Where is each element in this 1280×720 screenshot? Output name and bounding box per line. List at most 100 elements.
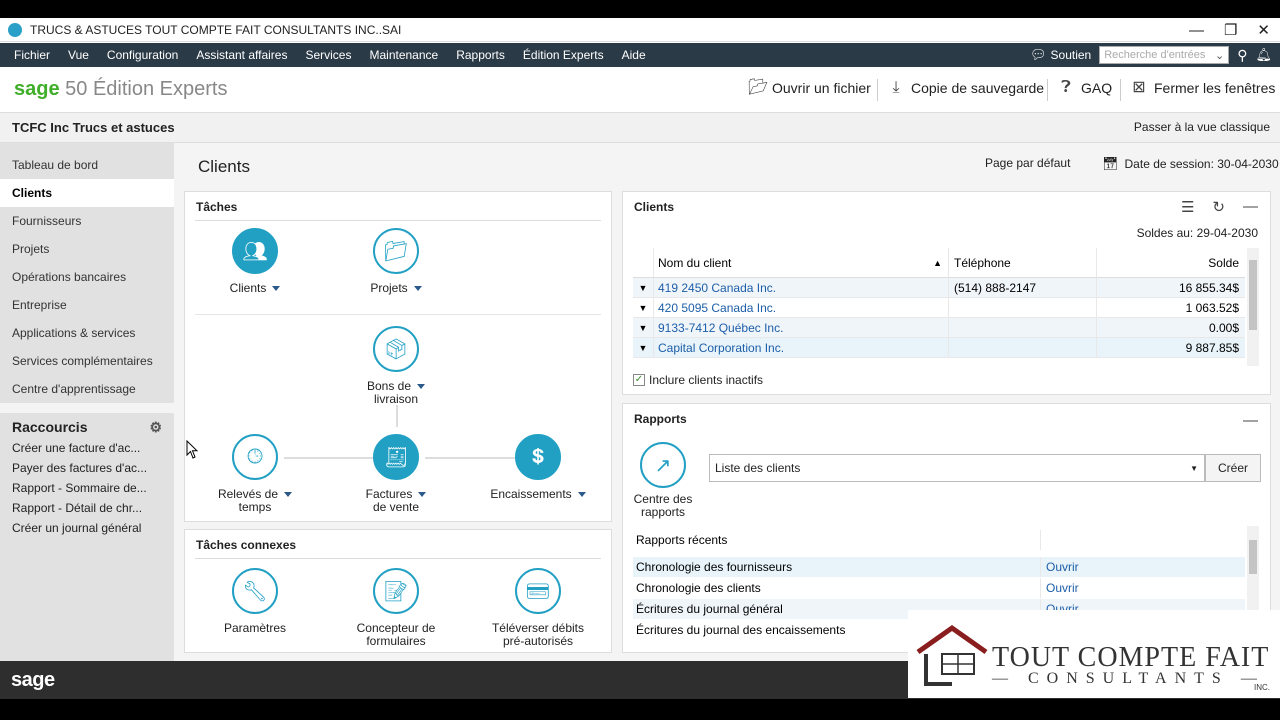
sidebar-item-projets[interactable]: Projets (0, 235, 174, 263)
sidebar-item-centre-apprentissage[interactable]: Centre d'apprentissage (0, 375, 174, 403)
menu-configuration[interactable]: Configuration (98, 48, 187, 62)
list-item[interactable]: Chronologie des fournisseurs Ouvrir (633, 557, 1245, 577)
task-form-designer-label-2: formulaires (366, 634, 426, 648)
sidebar-item-fournisseurs[interactable]: Fournisseurs (0, 207, 174, 235)
shortcuts-header: Raccourcis ⚙︎ (0, 413, 174, 436)
classic-view-link[interactable]: Passer à la vue classique (1134, 120, 1270, 134)
menu-services[interactable]: Services (296, 48, 360, 62)
bell-icon[interactable]: 🔔︎ (1255, 47, 1272, 63)
row-expand-icon[interactable]: ▼ (633, 338, 653, 357)
client-phone (948, 298, 1096, 317)
client-name[interactable]: Capital Corporation Inc. (653, 338, 948, 357)
divider (1047, 79, 1048, 101)
table-row[interactable]: ▼ 9133-7412 Québec Inc. 0.00$ (633, 318, 1245, 338)
task-receipts[interactable]: 💲︎ Encaissements (488, 434, 588, 501)
menu-aide[interactable]: Aide (613, 48, 655, 62)
task-clients[interactable]: 👥︎ Clients (205, 228, 305, 295)
table-row[interactable]: ▼ Capital Corporation Inc. 9 887.85$ (633, 338, 1245, 358)
house-logo-icon (916, 624, 988, 686)
shortcut-item[interactable]: Créer un journal général (0, 518, 170, 538)
client-name[interactable]: 9133-7412 Québec Inc. (653, 318, 948, 337)
minimize-panel-icon[interactable]: — (1243, 198, 1258, 216)
sage-app-icon (8, 22, 22, 37)
column-name[interactable]: Nom du client ▲ (653, 248, 948, 277)
checkmark-icon[interactable]: ✓ (633, 374, 645, 386)
chevron-down-icon[interactable]: ⌄ (1215, 49, 1224, 62)
menu-maintenance[interactable]: Maintenance (360, 48, 447, 62)
sidebar-item-operations-bancaires[interactable]: Opérations bancaires (0, 263, 174, 291)
menu-fichier[interactable]: Fichier (0, 48, 59, 62)
list-item[interactable]: Chronologie des clients Ouvrir (633, 578, 1245, 598)
task-timesheets[interactable]: 🕒︎ Relevés de temps (205, 434, 305, 514)
menu-rapports[interactable]: Rapports (447, 48, 514, 62)
open-file-button[interactable]: 📂︎ Ouvrir un fichier (748, 79, 871, 97)
invoice-register-icon: 🧾︎ (373, 434, 419, 480)
chevron-down-icon[interactable] (577, 492, 586, 498)
minimize-icon[interactable]: — (1189, 22, 1204, 39)
chevron-down-icon[interactable] (413, 286, 422, 292)
menu-lines-icon[interactable]: ☰ (1181, 198, 1194, 216)
chevron-down-icon[interactable] (284, 492, 293, 498)
shortcut-item[interactable]: Créer une facture d'ac... (0, 438, 170, 458)
dropdown-arrow-icon[interactable]: ▼ (1190, 464, 1198, 473)
menu-vue[interactable]: Vue (59, 48, 98, 62)
include-inactive-checkbox[interactable]: ✓ Inclure clients inactifs (633, 373, 763, 387)
column-phone[interactable]: Téléphone (948, 248, 1096, 277)
close-windows-icon: ⊠ (1132, 79, 1146, 96)
sort-up-icon[interactable]: ▲ (933, 248, 942, 277)
client-phone (948, 318, 1096, 337)
task-settings[interactable]: 🔧︎ Paramètres (205, 568, 305, 635)
table-row[interactable]: ▼ 420 5095 Canada Inc. 1 063.52$ (633, 298, 1245, 318)
create-report-button[interactable]: Créer (1205, 454, 1261, 482)
sidebar-item-applications[interactable]: Applications & services (0, 319, 174, 347)
form-pen-icon: 📝︎ (373, 568, 419, 614)
menu-edition-experts[interactable]: Édition Experts (514, 48, 613, 62)
open-report-link[interactable]: Ouvrir (1040, 557, 1079, 577)
scrollbar-thumb[interactable] (1249, 260, 1257, 330)
report-select[interactable]: Liste des clients ▼ (709, 454, 1205, 482)
scrollbar-thumb[interactable] (1249, 540, 1257, 574)
sidebar-item-clients[interactable]: Clients (0, 179, 174, 207)
row-expand-icon[interactable]: ▼ (633, 298, 653, 317)
task-invoices[interactable]: 🧾︎ Factures de vente (346, 434, 446, 514)
task-projects[interactable]: 📁︎ Projets (346, 228, 446, 295)
row-expand-icon[interactable]: ▼ (633, 278, 653, 297)
search-icon[interactable]: ⚲ (1237, 47, 1247, 64)
refresh-icon[interactable]: ↻ (1212, 198, 1225, 216)
search-input[interactable]: Recherche d'entrées ⌄ (1099, 46, 1230, 64)
default-page-link[interactable]: Page par défaut (985, 156, 1070, 170)
close-icon[interactable]: ✕ (1257, 21, 1270, 39)
minimize-panel-icon[interactable]: — (1243, 412, 1258, 429)
clients-scrollbar[interactable] (1247, 248, 1259, 366)
shortcut-item[interactable]: Payer des factures d'ac... (0, 458, 170, 478)
gear-icon[interactable]: ⚙︎ (149, 419, 162, 436)
client-name[interactable]: 419 2450 Canada Inc. (653, 278, 948, 297)
row-expand-icon[interactable]: ▼ (633, 318, 653, 337)
task-invoices-label-2: de vente (372, 500, 420, 514)
backup-button[interactable]: ⤓ Copie de sauvegarde (887, 79, 1044, 97)
task-delivery[interactable]: 📦︎ Bons de livraison (346, 326, 446, 406)
reports-center-button[interactable]: ↗ Centre des rapports (623, 442, 703, 519)
close-windows-button[interactable]: ⊠ Fermer les fenêtres (1130, 79, 1275, 97)
shortcut-item[interactable]: Rapport - Détail de chr... (0, 498, 170, 518)
shortcuts-title: Raccourcis (12, 419, 88, 435)
session-date[interactable]: 📅︎ Date de session: 30-04-2030 (1102, 156, 1279, 172)
open-report-link[interactable]: Ouvrir (1040, 578, 1079, 598)
task-form-designer[interactable]: 📝︎ Concepteur de formulaires (346, 568, 446, 648)
shortcut-item[interactable]: Rapport - Sommaire de... (0, 478, 170, 498)
task-upload-debits[interactable]: 💳︎ Téléverser débits pré-autorisés (488, 568, 588, 648)
faq-button[interactable]: ❓︎ GAQ (1057, 79, 1112, 97)
chevron-down-icon[interactable] (418, 492, 427, 498)
task-receipts-label: Encaissements (490, 487, 572, 501)
chevron-down-icon[interactable] (417, 384, 426, 390)
support-button[interactable]: 💬︎ Soutien (1030, 47, 1091, 63)
sidebar-item-entreprise[interactable]: Entreprise (0, 291, 174, 319)
table-row[interactable]: ▼ 419 2450 Canada Inc. (514) 888-2147 16… (633, 278, 1245, 298)
chevron-down-icon[interactable] (272, 286, 281, 292)
maximize-icon[interactable]: ❐ (1224, 21, 1237, 39)
sidebar-item-tableau-de-bord[interactable]: Tableau de bord (0, 151, 174, 179)
menu-assistant-affaires[interactable]: Assistant affaires (187, 48, 296, 62)
column-balance[interactable]: Solde (1096, 248, 1245, 277)
client-name[interactable]: 420 5095 Canada Inc. (653, 298, 948, 317)
sidebar-item-services-complementaires[interactable]: Services complémentaires (0, 347, 174, 375)
